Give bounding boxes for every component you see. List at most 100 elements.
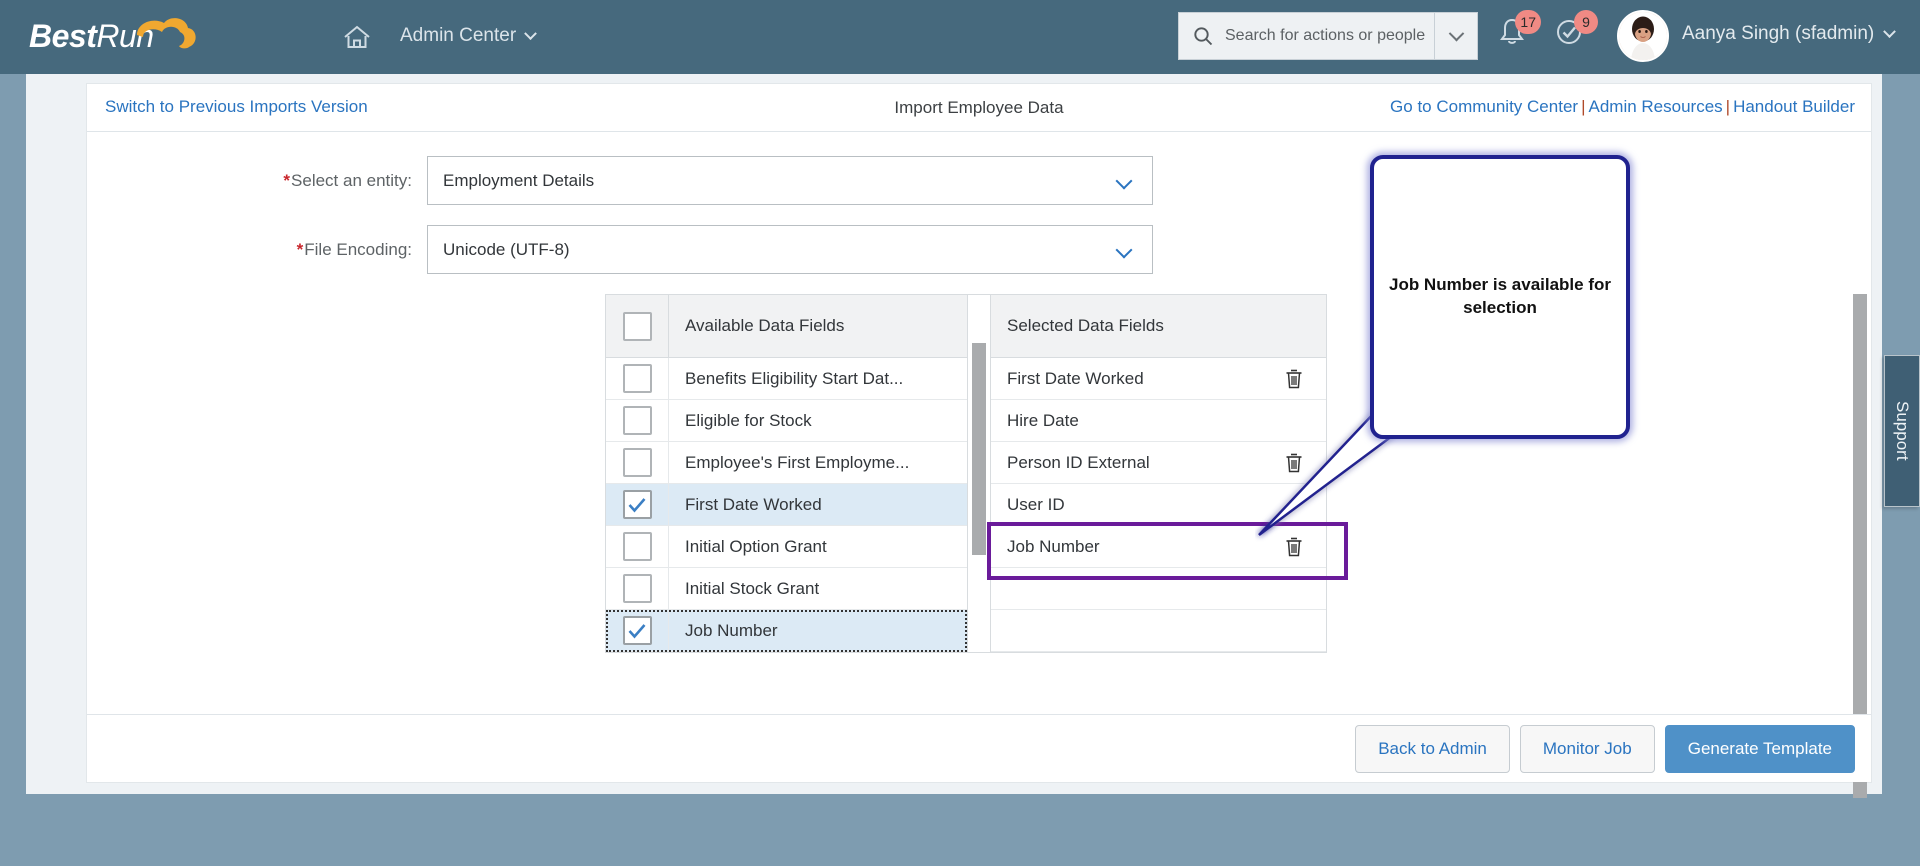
available-row[interactable]: Benefits Eligibility Start Dat... <box>606 358 967 400</box>
top-header-bar: BestRun Admin Center Search for actions … <box>0 0 1920 74</box>
chevron-down-icon <box>1883 24 1897 38</box>
available-row-checkbox-cell[interactable] <box>606 526 669 567</box>
bestrun-logo[interactable]: BestRun <box>27 12 227 60</box>
available-row-checkbox-cell[interactable] <box>606 484 669 525</box>
selected-fields-header-label: Selected Data Fields <box>1007 316 1164 335</box>
encoding-select-value: Unicode (UTF-8) <box>443 239 570 259</box>
home-icon[interactable] <box>340 20 374 54</box>
link-separator-1: | <box>1581 97 1586 116</box>
global-search[interactable] <box>1178 12 1478 60</box>
available-row-checkbox[interactable] <box>622 616 652 645</box>
selected-rows-container: First Date Worked Hire Date Person ID Exte… <box>991 358 1326 652</box>
monitor-job-button[interactable]: Monitor Job <box>1519 724 1655 773</box>
required-indicator: * <box>296 239 304 259</box>
encoding-label-text: File Encoding: <box>304 239 412 259</box>
encoding-label: *File Encoding: <box>87 240 412 260</box>
selected-row[interactable]: Job Number <box>991 526 1326 568</box>
available-row-label: Employee's First Employme... <box>685 452 910 472</box>
selected-row-label: Person ID External <box>1007 452 1150 472</box>
available-fields-header-label: Available Data Fields <box>685 316 845 335</box>
available-row-checkbox-cell[interactable] <box>606 610 669 651</box>
available-row-label: Initial Stock Grant <box>685 578 820 598</box>
selected-row[interactable]: User ID <box>991 484 1326 526</box>
entity-label: *Select an entity: <box>87 171 412 191</box>
todo-button[interactable]: 9 <box>1552 10 1598 58</box>
available-fields-header: Available Data Fields <box>606 295 967 358</box>
available-row-checkbox[interactable] <box>622 574 652 603</box>
help-links: Go to Community Center | Admin Resources | H… <box>1390 97 1855 117</box>
available-row-checkbox-cell[interactable] <box>606 358 669 399</box>
chevron-down-icon <box>1115 241 1133 259</box>
nav-admin-center[interactable]: Admin Center <box>400 25 538 47</box>
available-row-checkbox-cell[interactable] <box>606 568 669 609</box>
logo-text-bold: Best <box>29 18 97 54</box>
select-all-checkbox[interactable] <box>622 311 652 341</box>
handout-builder-link[interactable]: Handout Builder <box>1733 97 1855 116</box>
todo-badge: 9 <box>1574 10 1598 34</box>
select-all-cell[interactable] <box>606 295 669 357</box>
available-row-label: Job Number <box>685 620 778 640</box>
notifications-button[interactable]: 17 <box>1495 10 1541 58</box>
available-row-checkbox[interactable] <box>622 406 652 435</box>
support-tab-label: Support <box>1893 401 1912 461</box>
link-separator-2: | <box>1725 97 1731 116</box>
admin-resources-link[interactable]: Admin Resources <box>1588 97 1722 116</box>
selected-fields-list: Selected Data Fields First Date Worked Hi… <box>987 295 1348 652</box>
callout-bubble: Job Number is available for selection <box>1370 155 1630 439</box>
delete-icon[interactable] <box>1284 452 1304 474</box>
selected-row[interactable]: Person ID External <box>991 442 1326 484</box>
generate-template-button[interactable]: Generate Template <box>1664 724 1855 773</box>
available-row[interactable]: Employee's First Employme... <box>606 442 967 484</box>
selected-row-label: Hire Date <box>1007 410 1079 430</box>
cloud-swoosh-icon <box>137 18 196 49</box>
available-row[interactable]: First Date Worked <box>606 484 967 526</box>
required-indicator: * <box>283 170 291 190</box>
notifications-badge: 17 <box>1515 10 1541 34</box>
available-row[interactable]: Initial Option Grant <box>606 526 967 568</box>
selected-row-label: User ID <box>1007 494 1065 514</box>
available-list-scrollbar[interactable] <box>968 295 991 652</box>
available-row[interactable]: Initial Stock Grant <box>606 568 967 610</box>
selected-row-label: Job Number <box>1007 536 1100 556</box>
search-dropdown-button[interactable] <box>1434 13 1477 59</box>
encoding-select[interactable]: Unicode (UTF-8) <box>427 225 1153 274</box>
delete-icon[interactable] <box>1284 368 1304 390</box>
available-row-checkbox-cell[interactable] <box>606 400 669 441</box>
callout-text: Job Number is available for selection <box>1388 275 1611 317</box>
entity-select[interactable]: Employment Details <box>427 156 1153 205</box>
delete-icon[interactable] <box>1284 536 1304 558</box>
available-row-checkbox-cell[interactable] <box>606 442 669 483</box>
chevron-down-icon <box>1448 25 1464 41</box>
selected-row-empty <box>991 568 1326 610</box>
available-row-checkbox[interactable] <box>622 532 652 561</box>
scrollbar-thumb[interactable] <box>972 343 986 555</box>
search-input[interactable] <box>1223 26 1434 46</box>
selected-fields-header: Selected Data Fields <box>991 295 1326 358</box>
selected-row[interactable]: First Date Worked <box>991 358 1326 400</box>
available-row-label: First Date Worked <box>685 494 822 514</box>
selected-row[interactable]: Hire Date <box>991 400 1326 442</box>
available-row[interactable]: Job Number <box>606 610 967 652</box>
support-tab[interactable]: Support <box>1884 355 1920 507</box>
available-rows-container: Benefits Eligibility Start Dat... Eligibl… <box>606 358 967 652</box>
selected-row-label: First Date Worked <box>1007 368 1144 388</box>
selected-row-empty <box>991 610 1326 652</box>
dual-list-picker: Available Data Fields Benefits Eligibili… <box>605 294 1348 653</box>
avatar[interactable] <box>1617 10 1669 62</box>
page-link-bar: Switch to Previous Imports Version Impor… <box>87 84 1871 132</box>
chevron-down-icon <box>524 26 538 40</box>
back-to-admin-button[interactable]: Back to Admin <box>1355 724 1510 773</box>
community-center-link[interactable]: Go to Community Center <box>1390 97 1578 116</box>
available-row[interactable]: Eligible for Stock <box>606 400 967 442</box>
available-fields-list: Available Data Fields Benefits Eligibili… <box>606 295 968 652</box>
available-row-label: Initial Option Grant <box>685 536 827 556</box>
available-row-checkbox[interactable] <box>622 448 652 477</box>
entity-select-value: Employment Details <box>443 170 595 190</box>
available-row-checkbox[interactable] <box>622 364 652 393</box>
nav-admin-center-label: Admin Center <box>400 25 517 46</box>
user-menu[interactable]: Aanya Singh (sfadmin) <box>1682 23 1897 45</box>
user-name-label: Aanya Singh (sfadmin) <box>1682 23 1875 44</box>
available-row-checkbox[interactable] <box>622 490 652 519</box>
search-icon <box>1193 26 1213 46</box>
chevron-down-icon <box>1115 172 1133 190</box>
